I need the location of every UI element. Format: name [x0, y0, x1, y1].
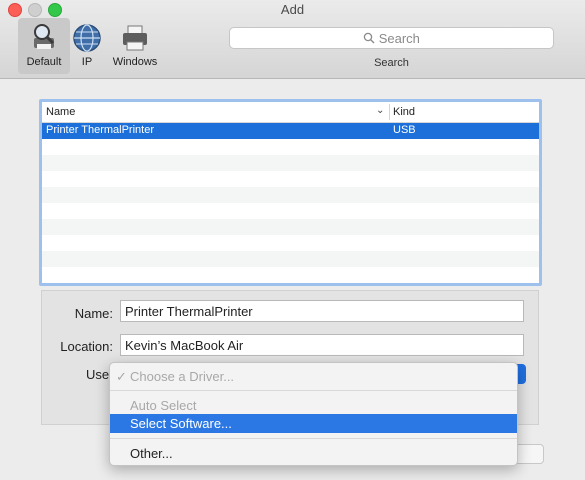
use-label: Use: [86, 367, 110, 382]
empty-row: [42, 251, 539, 267]
window-title: Add: [280, 2, 305, 17]
empty-row: [42, 203, 539, 219]
printer-kind-cell: USB: [393, 124, 416, 136]
location-label: Location:: [60, 339, 113, 354]
empty-row: [42, 219, 539, 235]
driver-dropdown-menu[interactable]: ✓ Choose a Driver... Auto Select Select …: [109, 362, 518, 466]
menu-item-label: Other...: [130, 446, 173, 461]
name-field[interactable]: Printer ThermalPrinter: [120, 300, 524, 322]
column-header-kind[interactable]: Kind: [393, 106, 415, 118]
search-icon: [363, 32, 375, 44]
printer-list-header: Name ⌄ Kind: [42, 102, 539, 123]
globe-icon: [73, 24, 101, 52]
search-placeholder-wrap: Search: [230, 31, 553, 46]
menu-item-auto-select: Auto Select: [110, 396, 517, 415]
table-row[interactable]: Printer ThermalPrinter USB: [42, 123, 539, 139]
window-toolbar: Add Default IP Windows Search Search: [0, 0, 585, 79]
menu-item-other[interactable]: Other...: [110, 444, 517, 463]
empty-row: [42, 155, 539, 171]
menu-separator: [110, 438, 517, 439]
default-printer-icon: [34, 24, 55, 49]
toolbar-windows-label: Windows: [112, 56, 158, 68]
empty-row: [42, 235, 539, 251]
menu-item-choose-driver: ✓ Choose a Driver...: [110, 367, 517, 386]
sort-chevron-icon[interactable]: ⌄: [376, 105, 384, 116]
column-divider: [389, 104, 390, 120]
menu-item-label: Select Software...: [130, 416, 232, 431]
printer-name-cell: Printer ThermalPrinter: [46, 124, 154, 136]
menu-item-select-software[interactable]: Select Software...: [110, 414, 517, 433]
printer-list[interactable]: Name ⌄ Kind Printer ThermalPrinter USB: [39, 99, 542, 286]
location-field[interactable]: Kevin’s MacBook Air: [120, 334, 524, 356]
search-placeholder: Search: [378, 31, 420, 46]
empty-row: [42, 139, 539, 155]
menu-separator: [110, 390, 517, 391]
toolbar-windows-button[interactable]: Windows: [108, 18, 162, 74]
toolbar-ip-button[interactable]: IP: [70, 18, 104, 74]
windows-printer-icon: [123, 25, 147, 51]
empty-row: [42, 171, 539, 187]
empty-row: [42, 187, 539, 203]
toolbar-default-button[interactable]: Default: [18, 18, 70, 74]
column-header-name[interactable]: Name: [46, 106, 75, 118]
toolbar-default-label: Default: [26, 56, 62, 68]
menu-item-label: Auto Select: [130, 398, 197, 413]
empty-row: [42, 267, 539, 283]
search-input[interactable]: Search: [229, 27, 554, 49]
checkmark-icon: ✓: [116, 369, 127, 384]
driver-popup-arrows[interactable]: [517, 364, 526, 384]
name-label: Name:: [74, 306, 113, 321]
add-button[interactable]: [514, 444, 544, 464]
search-caption: Search: [374, 57, 409, 69]
toolbar-ip-label: IP: [81, 56, 93, 68]
menu-item-label: Choose a Driver...: [130, 369, 235, 384]
